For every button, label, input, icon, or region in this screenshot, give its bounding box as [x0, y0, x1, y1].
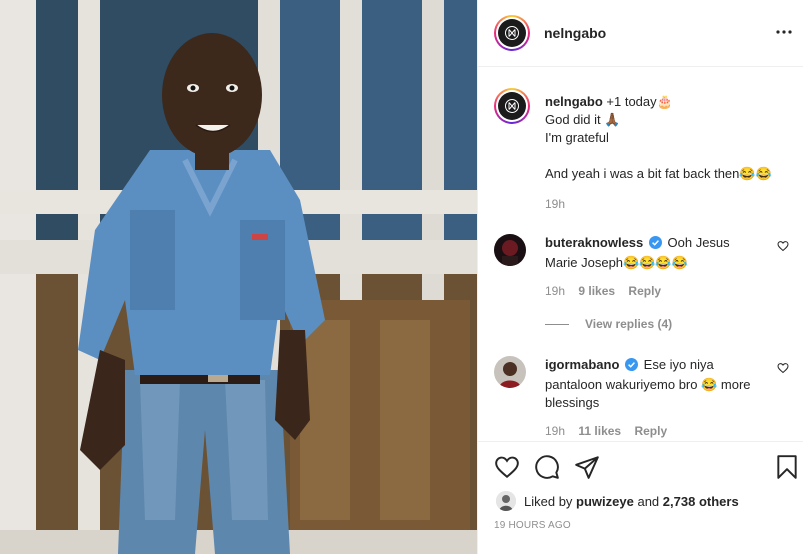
more-options-icon[interactable]	[774, 22, 794, 42]
action-bar: Liked by puwizeye and 2,738 others 19 HO…	[478, 441, 803, 554]
liker-avatar[interactable]	[496, 491, 516, 511]
comment-like-icon[interactable]	[777, 362, 789, 377]
comment-text-block: igormabano Ese iyo niya pantaloon wakuri…	[545, 356, 755, 412]
posted-time[interactable]: 19 HOURS AGO	[494, 520, 571, 531]
caption-line-3: I'm grateful	[545, 130, 609, 145]
bookmark-icon[interactable]	[774, 454, 800, 480]
author-avatar[interactable]	[494, 15, 530, 51]
comments-list[interactable]: nelngabo +1 today🎂 God did it 🙏🏾 I'm gra…	[478, 68, 803, 440]
caption-time[interactable]: 19h	[545, 195, 795, 213]
likes-and: and	[637, 493, 660, 509]
comment-time[interactable]: 19h	[545, 284, 565, 298]
post-photo[interactable]	[0, 0, 477, 554]
comment-likes[interactable]: 11 likes	[578, 424, 621, 438]
comment-username[interactable]: buteraknowless	[545, 235, 643, 250]
likes-summary: Liked by puwizeye and 2,738 others	[496, 491, 739, 511]
caption-line-4: And yeah i was a bit fat back then😂😂	[545, 166, 772, 181]
commenter-avatar[interactable]	[494, 356, 526, 388]
photo-illustration	[0, 0, 477, 554]
comment-text-block: buteraknowless Ooh Jesus Marie Joseph😂😂😂…	[545, 234, 755, 272]
post-header: nelngabo	[478, 0, 803, 67]
author-logo-icon	[505, 99, 519, 113]
view-replies-label: View replies (4)	[585, 317, 673, 331]
likes-prefix: Liked by	[524, 493, 573, 509]
comment-time[interactable]: 19h	[545, 424, 565, 438]
post-sidebar: nelngabo nelngabo +1 today🎂 God did it 🙏…	[477, 0, 803, 554]
comment-likes[interactable]: 9 likes	[578, 284, 615, 298]
view-replies-button[interactable]: View replies (4)	[545, 317, 672, 331]
caption-line-1: +1 today🎂	[606, 94, 673, 109]
caption-line-2: God did it 🙏🏾	[545, 112, 621, 127]
comment-icon[interactable]	[534, 454, 560, 480]
caption-avatar[interactable]	[494, 88, 530, 124]
replies-divider	[545, 323, 569, 325]
comment-username[interactable]: igormabano	[545, 357, 619, 372]
author-logo-icon	[505, 26, 519, 40]
verified-badge-icon	[648, 236, 662, 254]
comment-like-icon[interactable]	[777, 240, 789, 255]
comment-meta: 19h 11 likes Reply	[545, 424, 677, 438]
caption-username[interactable]: nelngabo	[545, 94, 603, 109]
likes-count[interactable]: 2,738 others	[663, 494, 739, 509]
liker-username[interactable]: puwizeye	[576, 494, 634, 509]
comment-reply-button[interactable]: Reply	[628, 284, 661, 298]
author-username[interactable]: nelngabo	[544, 25, 606, 41]
comment-item: igormabano Ese iyo niya pantaloon wakuri…	[494, 356, 794, 440]
heart-icon[interactable]	[494, 454, 520, 480]
verified-badge-icon	[625, 358, 639, 376]
caption-text: nelngabo +1 today🎂 God did it 🙏🏾 I'm gra…	[545, 93, 795, 213]
comment-item: buteraknowless Ooh Jesus Marie Joseph😂😂😂…	[494, 234, 794, 334]
comment-meta: 19h 9 likes Reply	[545, 284, 671, 298]
send-icon[interactable]	[574, 454, 600, 480]
commenter-avatar[interactable]	[494, 234, 526, 266]
comment-reply-button[interactable]: Reply	[634, 424, 667, 438]
